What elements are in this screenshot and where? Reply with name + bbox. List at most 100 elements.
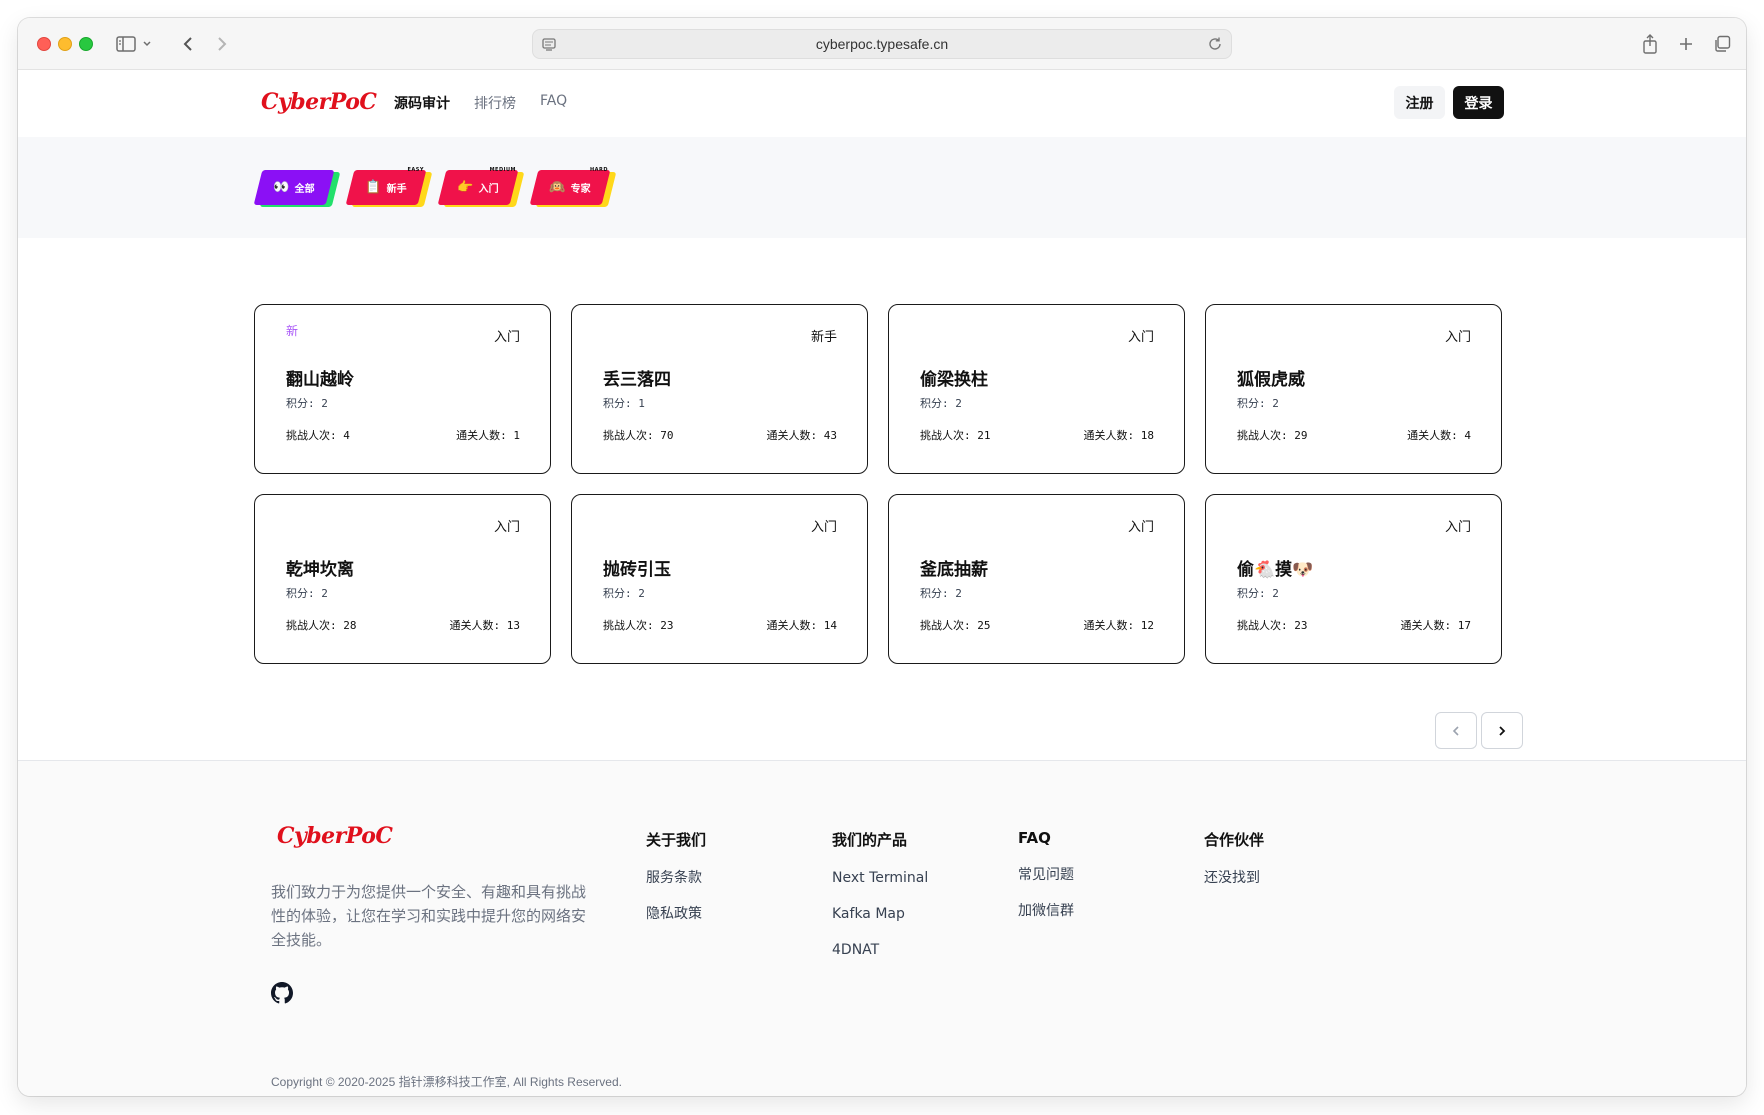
- new-tab-icon[interactable]: [1674, 32, 1698, 56]
- challenge-passes: 通关人数: 43: [766, 429, 838, 442]
- challenge-attempts: 挑战人次: 70: [603, 429, 674, 442]
- footer-link-4dnat[interactable]: 4DNAT: [832, 942, 928, 978]
- eyes-icon: 👀: [273, 180, 290, 195]
- page-settings-icon[interactable]: [541, 36, 557, 55]
- filter-medium-label: 入门: [478, 184, 499, 195]
- copyright-text: Copyright © 2020-2025 指针漂移科技工作室, All Rig…: [271, 1075, 622, 1089]
- challenge-card[interactable]: 新手 丢三落四 积分: 1 挑战人次: 70 通关人数: 43: [571, 304, 868, 474]
- pointing-hand-icon: 👉: [457, 180, 474, 195]
- challenge-score: 积分: 2: [1237, 587, 1279, 600]
- nav-link-code-audit[interactable]: 源码审计: [394, 93, 450, 113]
- top-nav: CyberPoC 源码审计 排行榜 FAQ 注册 登录: [18, 71, 1746, 137]
- nav-link-leaderboard[interactable]: 排行榜: [474, 93, 516, 113]
- footer-link-terms[interactable]: 服务条款: [646, 870, 706, 906]
- challenge-passes: 通关人数: 4: [1407, 429, 1471, 442]
- challenge-card[interactable]: 入门 偷梁换柱 积分: 2 挑战人次: 21 通关人数: 18: [888, 304, 1185, 474]
- challenge-attempts: 挑战人次: 21: [920, 429, 991, 442]
- nav-links: 源码审计 排行榜 FAQ: [394, 93, 567, 113]
- footer: CyberPoC 我们致力于为您提供一个安全、有趣和具有挑战性的体验，让您在学习…: [18, 760, 1746, 1096]
- filter-hard-tag: HARD: [589, 167, 608, 173]
- site-logo[interactable]: CyberPoC: [261, 89, 377, 115]
- challenge-title: 乾坤坎离: [286, 560, 354, 580]
- challenge-score: 积分: 2: [920, 397, 962, 410]
- back-arrow-icon[interactable]: [176, 32, 200, 56]
- footer-link-not-found[interactable]: 还没找到: [1204, 870, 1264, 906]
- url-text: cyberpoc.typesafe.cn: [815, 36, 949, 52]
- footer-link-wechat-group[interactable]: 加微信群: [1018, 903, 1074, 939]
- footer-link-privacy[interactable]: 隐私政策: [646, 906, 706, 942]
- close-window-button[interactable]: [37, 37, 51, 51]
- challenge-title: 偷🐔摸🐶: [1237, 560, 1314, 580]
- address-bar[interactable]: cyberpoc.typesafe.cn: [532, 29, 1232, 59]
- footer-column-title: FAQ: [1018, 829, 1051, 847]
- footer-link-common-questions[interactable]: 常见问题: [1018, 867, 1074, 903]
- challenge-card[interactable]: 入门 乾坤坎离 积分: 2 挑战人次: 28 通关人数: 13: [254, 494, 551, 664]
- register-button[interactable]: 注册: [1394, 86, 1445, 119]
- sidebar-toggle-icon[interactable]: [114, 32, 138, 56]
- challenge-card[interactable]: 入门 抛砖引玉 积分: 2 挑战人次: 23 通关人数: 14: [571, 494, 868, 664]
- clipboard-icon: 📋: [365, 180, 382, 195]
- filter-hard-label: 专家: [570, 184, 591, 195]
- footer-column-title: 合作伙伴: [1204, 831, 1265, 849]
- footer-column-partners: 合作伙伴 还没找到: [1204, 829, 1264, 906]
- challenge-passes: 通关人数: 14: [766, 619, 838, 632]
- github-icon[interactable]: [271, 982, 293, 1004]
- forward-arrow-icon[interactable]: [210, 32, 234, 56]
- challenge-card[interactable]: 新 入门 翻山越岭 积分: 2 挑战人次: 4 通关人数: 1: [254, 304, 551, 474]
- footer-column-products: 我们的产品 Next Terminal Kafka Map 4DNAT: [832, 829, 928, 978]
- challenge-score: 积分: 2: [603, 587, 645, 600]
- challenge-level: 入门: [810, 520, 837, 535]
- challenge-title: 抛砖引玉: [603, 560, 671, 580]
- browser-toolbar: cyberpoc.typesafe.cn: [18, 18, 1746, 70]
- challenge-title: 釜底抽薪: [920, 560, 988, 580]
- challenge-level: 新手: [810, 330, 837, 345]
- footer-description: 我们致力于为您提供一个安全、有趣和具有挑战性的体验，让您在学习和实践中提升您的网…: [271, 883, 587, 949]
- new-badge: 新: [286, 324, 299, 338]
- filter-all-button[interactable]: 👀 全部: [253, 170, 341, 207]
- filter-medium-button[interactable]: 👉 入门 MEDIUM: [437, 167, 525, 207]
- filter-easy-button[interactable]: 📋 新手 EASY: [345, 167, 433, 207]
- footer-column-about: 关于我们 服务条款 隐私政策: [646, 829, 706, 942]
- footer-column-title: 关于我们: [646, 831, 707, 849]
- prev-page-button[interactable]: [1435, 712, 1477, 749]
- tab-overview-icon[interactable]: [1710, 32, 1734, 56]
- challenge-passes: 通关人数: 1: [456, 429, 520, 442]
- footer-column-title: 我们的产品: [832, 831, 908, 849]
- browser-window: cyberpoc.typesafe.cn CyberPoC 源码审计 排行榜 F…: [18, 18, 1746, 1096]
- challenge-card[interactable]: 入门 狐假虎威 积分: 2 挑战人次: 29 通关人数: 4: [1205, 304, 1502, 474]
- challenge-card[interactable]: 入门 釜底抽薪 积分: 2 挑战人次: 25 通关人数: 12: [888, 494, 1185, 664]
- zoom-window-button[interactable]: [79, 37, 93, 51]
- filter-easy-tag: EASY: [407, 167, 424, 173]
- challenge-title: 丢三落四: [603, 370, 671, 390]
- filter-hard-button[interactable]: 🙉 专家 HARD: [529, 167, 617, 207]
- login-button[interactable]: 登录: [1453, 86, 1504, 119]
- footer-column-faq: FAQ 常见问题 加微信群: [1018, 829, 1074, 939]
- challenge-level: 入门: [1127, 520, 1154, 535]
- challenge-level: 入门: [493, 520, 520, 535]
- footer-logo[interactable]: CyberPoC: [277, 823, 393, 849]
- challenge-passes: 通关人数: 17: [1400, 619, 1472, 632]
- challenge-title: 狐假虎威: [1237, 370, 1305, 390]
- challenge-card[interactable]: 入门 偷🐔摸🐶 积分: 2 挑战人次: 23 通关人数: 17: [1205, 494, 1502, 664]
- difficulty-filter-bar: 👀 全部 📋 新手 EASY 👉 入门 MEDIUM 🙉 专家 HARD: [18, 137, 1746, 238]
- footer-link-next-terminal[interactable]: Next Terminal: [832, 870, 928, 906]
- challenge-attempts: 挑战人次: 23: [603, 619, 674, 632]
- chevron-down-icon[interactable]: [140, 32, 154, 56]
- page: CyberPoC 源码审计 排行榜 FAQ 注册 登录 👀 全部 📋 新手 EA…: [18, 71, 1746, 1096]
- next-page-button[interactable]: [1481, 712, 1523, 749]
- challenge-title: 翻山越岭: [286, 370, 354, 390]
- challenge-passes: 通关人数: 12: [1083, 619, 1155, 632]
- reload-icon[interactable]: [1207, 36, 1223, 55]
- filter-all-label: 全部: [294, 184, 315, 195]
- challenge-level: 入门: [1127, 330, 1154, 345]
- challenge-passes: 通关人数: 18: [1083, 429, 1155, 442]
- challenge-score: 积分: 1: [603, 397, 645, 410]
- share-icon[interactable]: [1638, 32, 1662, 56]
- challenge-attempts: 挑战人次: 25: [920, 619, 991, 632]
- challenge-attempts: 挑战人次: 28: [286, 619, 357, 632]
- minimize-window-button[interactable]: [58, 37, 72, 51]
- footer-link-kafka-map[interactable]: Kafka Map: [832, 906, 928, 942]
- challenge-attempts: 挑战人次: 4: [286, 429, 350, 442]
- nav-link-faq[interactable]: FAQ: [540, 93, 567, 113]
- challenge-score: 积分: 2: [286, 587, 328, 600]
